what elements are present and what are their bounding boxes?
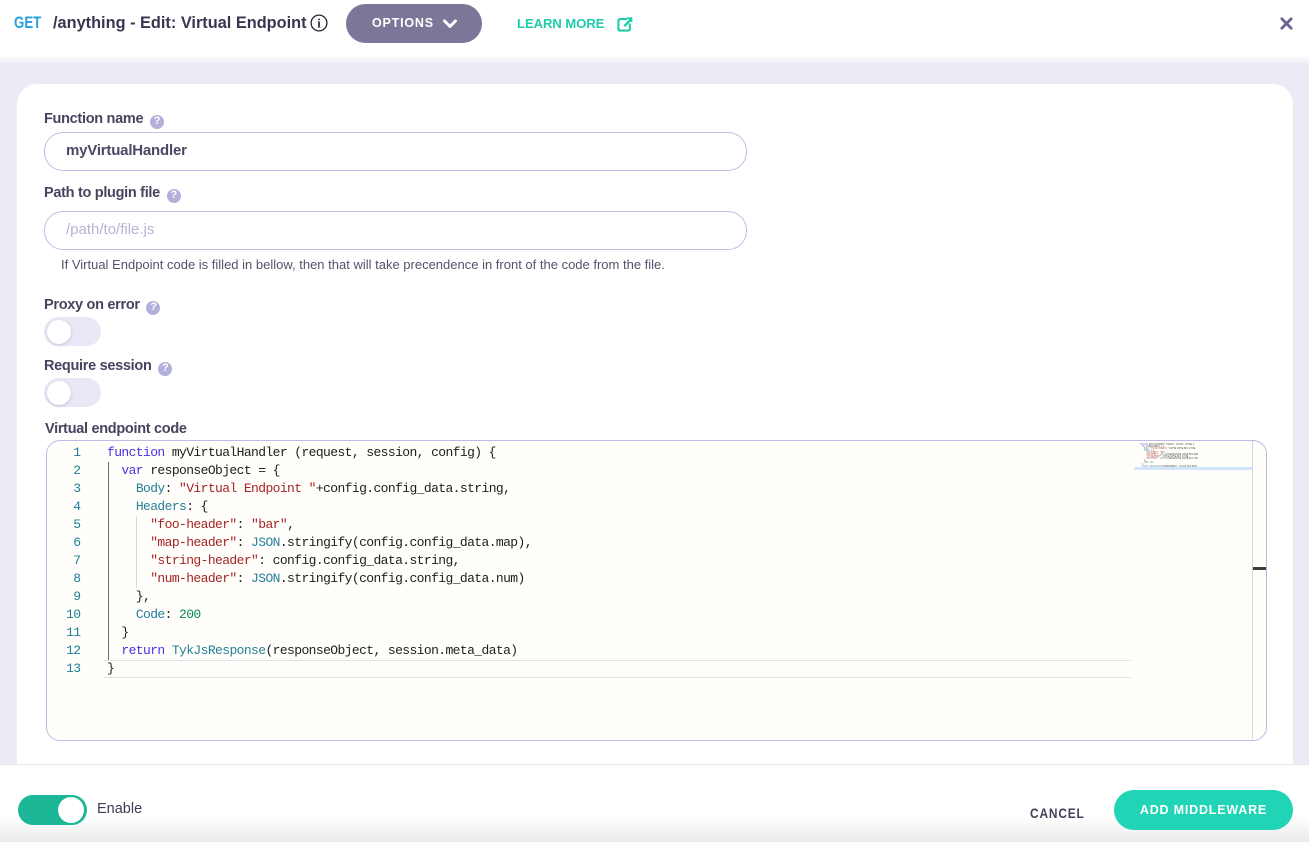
svg-text:i: i <box>317 16 321 30</box>
